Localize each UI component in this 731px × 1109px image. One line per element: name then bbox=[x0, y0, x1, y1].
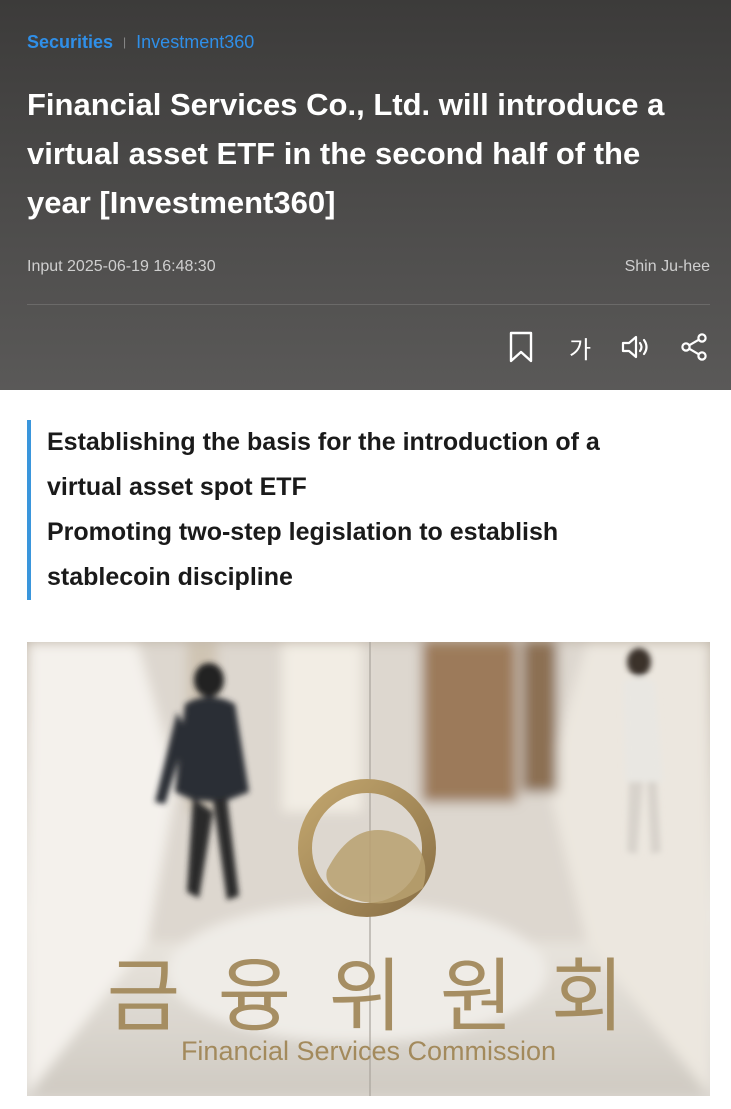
summary-line: Establishing the basis for the introduct… bbox=[47, 428, 600, 456]
sign-korean-text: 금 융 위 원 회 bbox=[106, 950, 631, 1043]
publish-timestamp: Input 2025-06-19 16:48:30 bbox=[27, 258, 216, 275]
author-name: Shin Ju-hee bbox=[624, 258, 710, 275]
article-photo: 금 융 위 원 회 Financial Services Commission bbox=[27, 642, 710, 1096]
sign-english-text: Financial Services Commission bbox=[180, 1036, 557, 1066]
font-size-icon: 가 bbox=[568, 335, 592, 364]
summary-line: virtual asset spot ETF bbox=[47, 473, 307, 501]
share-icon bbox=[681, 333, 707, 361]
speaker-icon bbox=[621, 335, 648, 359]
summary-line: Promoting two-step legislation to establ… bbox=[47, 518, 559, 546]
headline-line: virtual asset ETF in the second half of … bbox=[27, 136, 641, 171]
breadcrumb: Securities | Investment360 bbox=[27, 30, 254, 54]
bookmark-button[interactable] bbox=[503, 328, 539, 366]
font-size-button[interactable]: 가 bbox=[562, 328, 598, 366]
bookmark-icon bbox=[509, 331, 533, 363]
breadcrumb-section-link[interactable]: Securities bbox=[27, 32, 113, 53]
breadcrumb-series-link[interactable]: Investment360 bbox=[136, 32, 254, 53]
article-summary: Establishing the basis for the introduct… bbox=[27, 420, 687, 600]
meta-divider bbox=[27, 304, 710, 305]
headline-line: Financial Services Co., Ltd. will introd… bbox=[27, 87, 665, 122]
summary-line: stablecoin discipline bbox=[47, 563, 293, 591]
headline-line: year [Investment360] bbox=[27, 185, 336, 220]
text-to-speech-button[interactable] bbox=[618, 328, 654, 366]
share-button[interactable] bbox=[676, 328, 712, 366]
breadcrumb-separator: | bbox=[123, 35, 127, 49]
article-header: Securities | Investment360 Financial Ser… bbox=[0, 0, 731, 390]
article-headline: Financial Services Co., Ltd. will introd… bbox=[27, 80, 707, 227]
